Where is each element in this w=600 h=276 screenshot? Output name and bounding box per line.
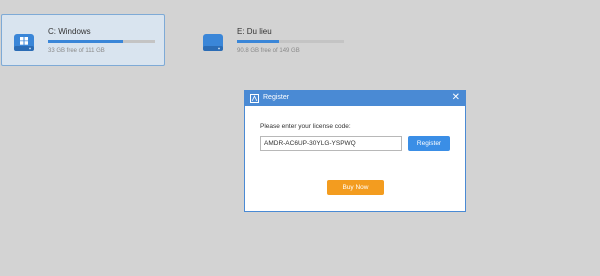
register-dialog: Register ✕ Please enter your license cod…	[244, 90, 466, 212]
hard-drive-icon	[203, 34, 223, 51]
drive-tile-c[interactable]: C: Windows 33 GB free of 111 GB	[1, 14, 165, 66]
drive-name: C: Windows	[48, 27, 91, 36]
drive-usage-fill	[48, 40, 123, 43]
license-prompt: Please enter your license code:	[260, 123, 351, 130]
close-icon[interactable]: ✕	[452, 92, 460, 104]
windows-drive-icon	[14, 34, 34, 51]
drive-name: E: Du lieu	[237, 27, 272, 36]
drive-tile-e[interactable]: E: Du lieu 90.8 GB free of 149 GB	[190, 14, 354, 66]
drive-usage-bar	[48, 40, 155, 43]
drive-free-space: 90.8 GB free of 149 GB	[237, 48, 300, 54]
register-button[interactable]: Register	[408, 136, 450, 151]
drive-free-space: 33 GB free of 111 GB	[48, 48, 105, 54]
app-logo-icon	[250, 94, 259, 103]
dialog-title-bar: Register ✕	[245, 91, 465, 106]
license-code-input[interactable]	[260, 136, 402, 151]
drive-usage-bar	[237, 40, 344, 43]
dialog-title: Register	[263, 94, 290, 101]
drive-usage-fill	[237, 40, 279, 43]
buy-now-button[interactable]: Buy Now	[327, 180, 384, 195]
